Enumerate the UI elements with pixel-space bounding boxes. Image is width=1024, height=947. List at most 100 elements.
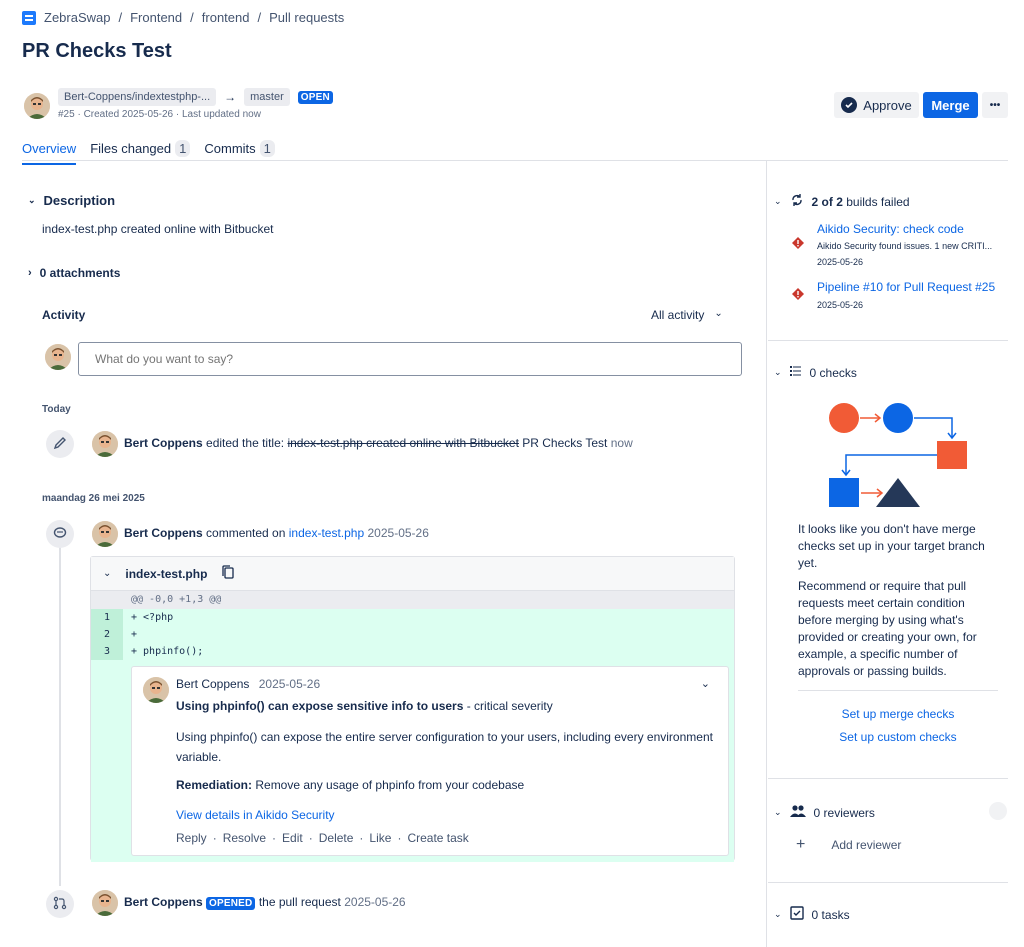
builds-toggle[interactable]: ⌄ 2 of 2 builds failed xyxy=(774,193,910,210)
line-code: + <?php xyxy=(123,609,734,626)
builds-count: 2 of 2 xyxy=(811,194,843,209)
event-author[interactable]: Bert Coppens xyxy=(124,895,203,909)
comment-body: Using phpinfo() can expose the entire se… xyxy=(176,730,713,764)
avatar xyxy=(143,677,169,703)
breadcrumb-separator: / xyxy=(118,10,123,25)
check-circle-icon xyxy=(841,97,858,113)
source-branch-chip[interactable]: Bert-Coppens/indextestphp-... xyxy=(58,88,217,106)
activity-filter-label: All activity xyxy=(651,308,705,322)
target-branch-chip[interactable]: master xyxy=(244,88,290,106)
sidebar-divider xyxy=(766,160,767,947)
reviewers-toggle[interactable]: ⌄ 0 reviewers xyxy=(774,804,875,821)
line-number: 1 xyxy=(91,609,123,626)
avatar[interactable] xyxy=(24,93,50,119)
comment-title: Using phpinfo() can expose sensitive inf… xyxy=(176,699,464,713)
code-line: 3 + phpinfo(); xyxy=(91,643,734,660)
event-author[interactable]: Bert Coppens xyxy=(124,526,203,540)
event-author[interactable]: Bert Coppens xyxy=(124,436,203,450)
comment-footer: Reply · Resolve · Edit · Delete · Like · Crea… xyxy=(176,831,469,845)
checks-heading: 0 checks xyxy=(809,365,857,380)
reply-action[interactable]: Reply xyxy=(176,831,207,845)
comment-input[interactable] xyxy=(78,342,742,376)
timeline-line xyxy=(59,546,61,886)
breadcrumb-workspace[interactable]: ZebraSwap xyxy=(44,10,110,25)
breadcrumb-repo[interactable]: frontend xyxy=(202,10,250,25)
comment-event-text: Bert Coppens commented on index-test.php… xyxy=(124,526,429,540)
chevron-down-icon: ⌄ xyxy=(774,367,782,377)
reviewer-status-dot xyxy=(989,802,1007,820)
event-date: 2025-05-26 xyxy=(367,526,429,540)
description-toggle[interactable]: ⌄ Description xyxy=(28,193,115,208)
code-line: 1 + <?php xyxy=(91,609,734,626)
file-link[interactable]: index-test.php xyxy=(289,526,364,540)
chevron-down-icon[interactable]: ⌄ xyxy=(103,568,111,579)
create-task-action[interactable]: Create task xyxy=(407,831,468,845)
delete-action[interactable]: Delete xyxy=(319,831,354,845)
pencil-icon xyxy=(53,436,67,453)
tab-overview[interactable]: Overview xyxy=(22,141,77,165)
build-item-date: 2025-05-26 xyxy=(817,300,864,310)
approve-button[interactable]: Approve xyxy=(834,92,919,118)
attachments-label: 0 attachments xyxy=(39,266,121,280)
today-label: Today xyxy=(42,404,71,415)
add-reviewer-button[interactable]: + Add reviewer xyxy=(796,836,901,853)
files-count-badge: 1 xyxy=(175,140,191,157)
build-item-title[interactable]: Aikido Security: check code xyxy=(817,222,964,236)
sidebar-section-divider xyxy=(768,882,1008,883)
line-code: + phpinfo(); xyxy=(123,643,734,660)
merge-button[interactable]: Merge xyxy=(923,92,978,118)
status-badge: OPEN xyxy=(297,90,333,104)
edit-action[interactable]: Edit xyxy=(282,831,303,845)
like-action[interactable]: Like xyxy=(369,831,391,845)
comment-icon xyxy=(53,526,67,543)
build-item-title[interactable]: Pipeline #10 for Pull Request #25 xyxy=(817,280,995,294)
comment-event-icon-wrap xyxy=(46,520,74,548)
tasks-heading: 0 tasks xyxy=(811,907,850,922)
breadcrumb-project[interactable]: Frontend xyxy=(130,10,182,25)
setup-custom-checks-link[interactable]: Set up custom checks xyxy=(798,730,998,744)
tasks-toggle[interactable]: ⌄ 0 tasks xyxy=(774,906,850,923)
setup-merge-checks-link[interactable]: Set up merge checks xyxy=(798,707,998,721)
inline-comment: Bert Coppens 2025-05-26 ⌄ Using phpinfo(… xyxy=(131,666,729,856)
copy-icon[interactable] xyxy=(221,565,235,582)
code-lines: 1 + <?php 2 + 3 + phpinfo(); xyxy=(91,609,734,660)
breadcrumb-separator: / xyxy=(190,10,194,25)
pr-meta: #25 · Created 2025-05-26 · Last updated … xyxy=(58,109,261,120)
people-icon xyxy=(789,804,806,821)
sidebar-section-divider xyxy=(768,340,1008,341)
event-verb: commented on xyxy=(206,526,286,540)
line-number: 2 xyxy=(91,626,123,643)
remediation-label: Remediation: xyxy=(176,778,253,792)
aikido-details-link[interactable]: View details in Aikido Security xyxy=(176,808,335,822)
breadcrumb-pull-requests[interactable]: Pull requests xyxy=(269,10,344,25)
commits-count-badge: 1 xyxy=(259,140,275,157)
event-verb: edited the title: xyxy=(206,436,285,450)
checks-illustration xyxy=(826,400,972,513)
remediation-text: Remove any usage of phpinfo from your co… xyxy=(252,778,525,792)
event-date: 2025-05-26 xyxy=(344,895,406,909)
chevron-down-icon: ⌄ xyxy=(774,196,782,206)
chevron-down-icon[interactable]: ⌄ xyxy=(701,677,710,690)
open-event-text: Bert Coppens OPENED the pull request 202… xyxy=(124,895,406,910)
sidebar-section-divider xyxy=(768,778,1008,779)
checks-toggle[interactable]: ⌄ 0 checks xyxy=(774,365,857,380)
breadcrumb: ZebraSwap / Frontend / frontend / Pull r… xyxy=(22,10,344,25)
plus-icon: + xyxy=(796,836,806,853)
activity-filter-dropdown[interactable]: All activity ⌄ xyxy=(651,308,723,322)
tab-commits[interactable]: Commits 1 xyxy=(204,140,275,165)
resolve-action[interactable]: Resolve xyxy=(223,831,266,845)
comment-severity: - critical severity xyxy=(463,699,553,713)
more-actions-button[interactable]: ••• xyxy=(982,92,1008,118)
checks-text-2: Recommend or require that pull requests … xyxy=(798,579,977,678)
hunk-header: @@ -0,0 +1,3 @@ xyxy=(91,591,734,609)
breadcrumb-separator: / xyxy=(257,10,262,25)
workspace-logo-icon xyxy=(22,10,36,25)
tab-files-changed[interactable]: Files changed 1 xyxy=(90,140,191,165)
comment-author[interactable]: Bert Coppens xyxy=(176,677,249,691)
attachments-toggle[interactable]: › 0 attachments xyxy=(28,266,120,280)
checks-text-1: It looks like you don't have merge check… xyxy=(798,522,985,570)
checkbox-icon xyxy=(789,906,804,923)
chevron-down-icon: ⌄ xyxy=(714,308,723,319)
file-name[interactable]: index-test.php xyxy=(125,567,207,581)
tabs: Overview Files changed 1 Commits 1 xyxy=(22,140,275,165)
